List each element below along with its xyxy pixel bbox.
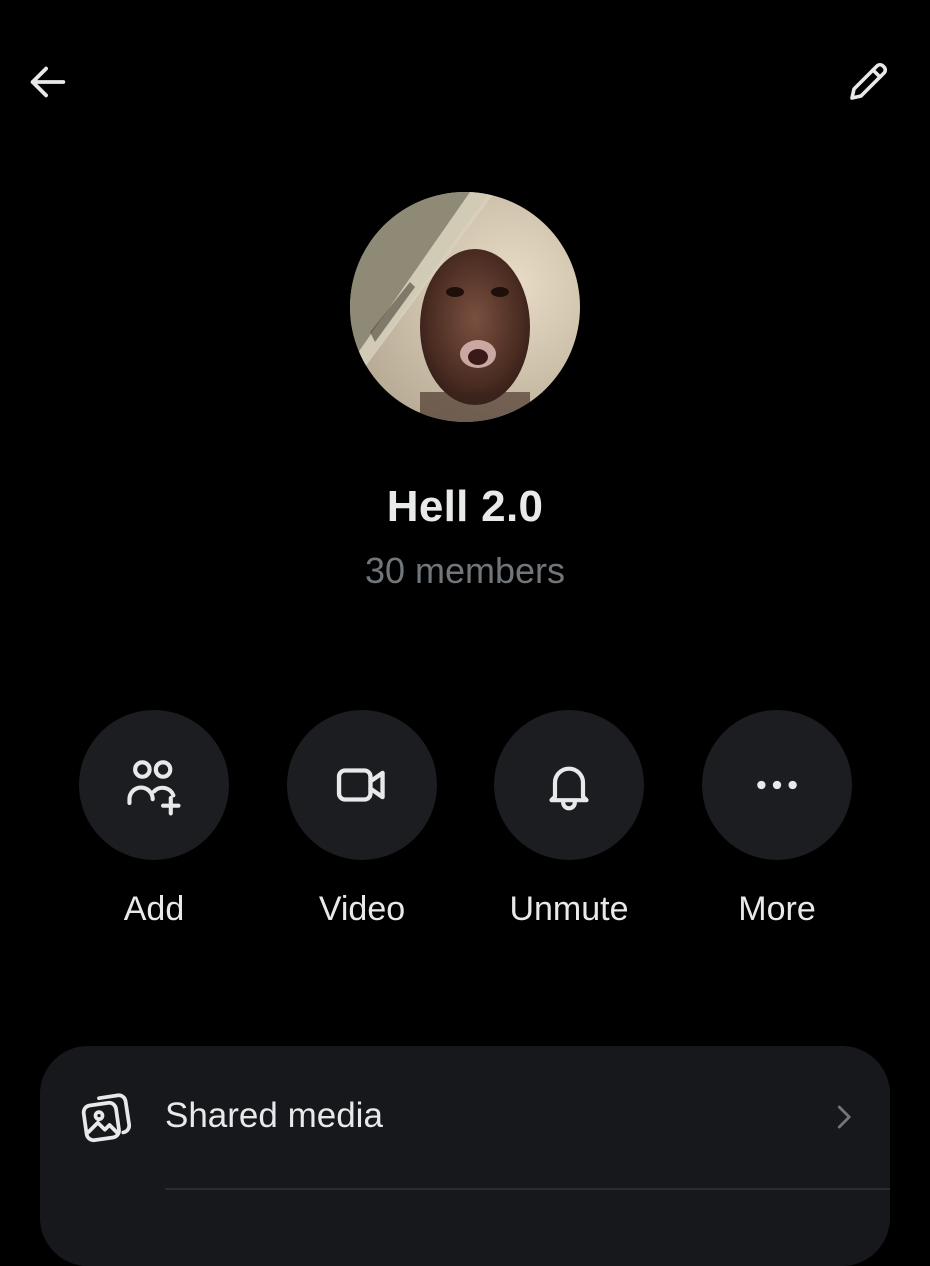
unmute-button[interactable]: Unmute — [494, 710, 644, 940]
media-icon — [81, 1093, 131, 1143]
video-button-circle[interactable] — [287, 710, 437, 860]
arrow-left-icon — [30, 66, 66, 98]
more-button-circle[interactable] — [702, 710, 852, 860]
avatar-image — [350, 192, 580, 422]
bell-icon — [549, 766, 589, 811]
shared-media-row[interactable]: Shared media — [40, 1046, 890, 1190]
more-dots-icon — [757, 780, 797, 790]
add-label: Add — [123, 890, 185, 928]
video-label: Video — [318, 890, 406, 928]
add-button-circle[interactable] — [79, 710, 229, 860]
group-avatar[interactable] — [350, 192, 580, 422]
member-count[interactable]: 30 members — [0, 550, 930, 592]
pencil-icon — [850, 62, 888, 100]
unmute-label: Unmute — [509, 890, 629, 928]
video-camera-icon — [336, 768, 385, 802]
row-divider — [165, 1188, 890, 1190]
video-button[interactable]: Video — [287, 710, 437, 940]
more-button[interactable]: More — [702, 710, 852, 940]
back-button[interactable] — [16, 50, 80, 114]
shared-media-label: Shared media — [165, 1096, 383, 1135]
group-name: Hell 2.0 — [386, 482, 544, 531]
unmute-button-circle[interactable] — [494, 710, 644, 860]
add-people-icon — [127, 760, 181, 816]
more-label: More — [738, 890, 816, 928]
chevron-right-icon — [837, 1105, 851, 1129]
edit-group-button[interactable] — [836, 50, 900, 114]
settings-card: Shared media — [40, 1046, 890, 1266]
add-button[interactable]: Add — [79, 710, 229, 940]
